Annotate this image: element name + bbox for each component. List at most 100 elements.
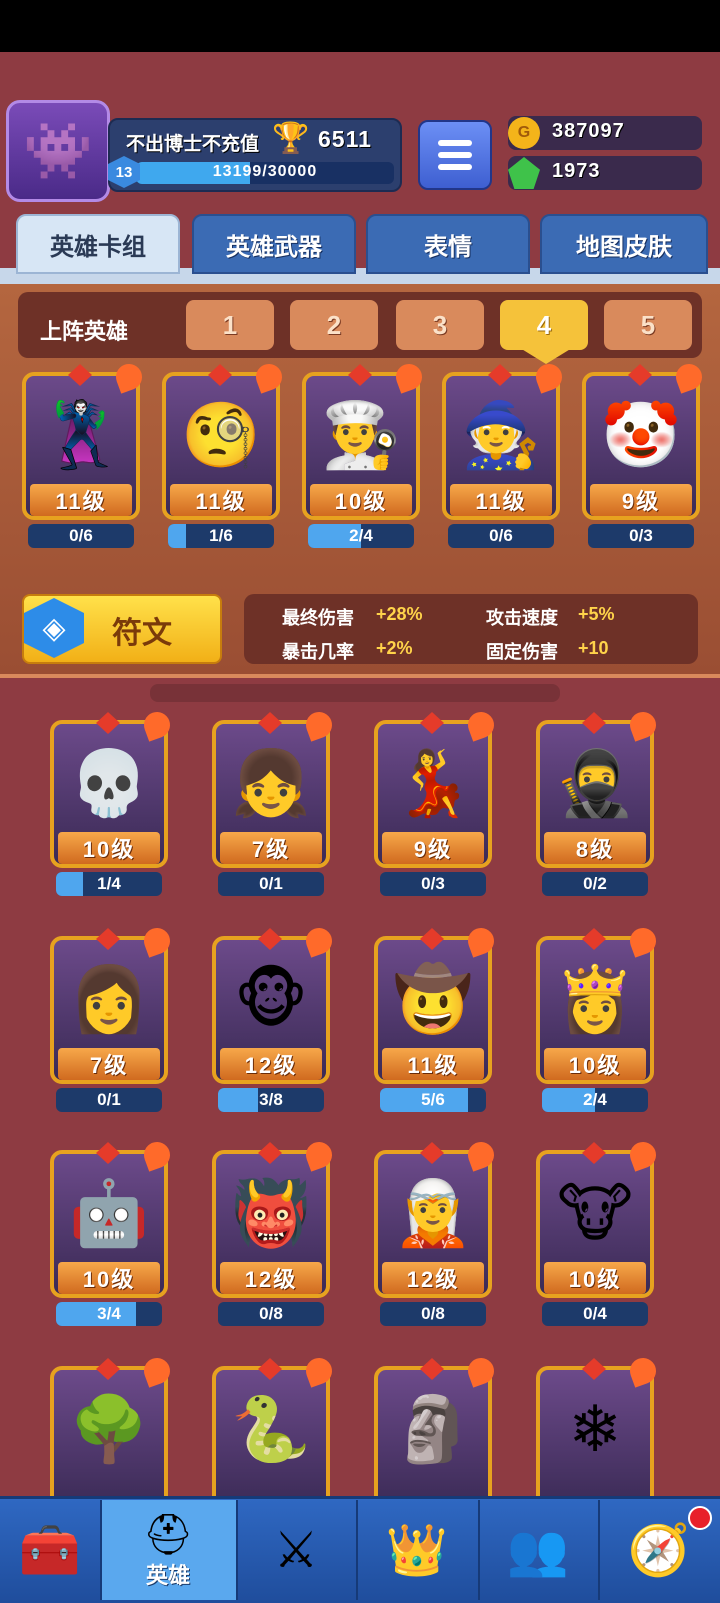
tab-hero-weapons[interactable]: 英雄武器 <box>192 214 356 274</box>
card-frame: 💃 9级 <box>374 720 492 868</box>
stat-name: 攻击速度 <box>486 608 558 628</box>
armored-knight-hero-icon: 🤖 <box>69 1176 149 1249</box>
upgrade-progress-text: 0/6 <box>489 526 513 545</box>
nav-separator <box>100 1500 102 1600</box>
upgrade-progress-text: 0/2 <box>583 874 607 893</box>
hooded-ninja-hero-icon: 🥷 <box>555 746 635 819</box>
card-frame: 👸 10级 <box>536 936 654 1084</box>
squad-label: 上阵英雄 <box>40 319 129 344</box>
stat-name: 暴击几率 <box>282 642 354 662</box>
nav-item[interactable]: 👥 <box>478 1500 598 1600</box>
yeti-hero-icon: ❄ <box>568 1392 622 1465</box>
stat-value: +10 <box>578 638 609 658</box>
upgrade-progress-text: 1/6 <box>209 526 233 545</box>
card-frame: 🐍 <box>212 1366 330 1514</box>
crown-shield-icon: 👑 <box>385 1521 449 1578</box>
monkey-king-hero-icon: 🐵 <box>234 962 308 1035</box>
card-frame: 🧙 11级 <box>442 372 560 520</box>
status-bar <box>0 0 720 52</box>
card-frame: 🐮 10级 <box>536 1150 654 1298</box>
upgrade-progress-text: 0/4 <box>583 1304 607 1323</box>
card-frame: 👩 7级 <box>50 936 168 1084</box>
nav-separator <box>598 1500 600 1600</box>
card-frame: 🧝 12级 <box>374 1150 492 1298</box>
upgrade-progress-text: 0/1 <box>259 874 283 893</box>
hero-level: 11级 <box>382 1048 484 1080</box>
stat-value: +2% <box>376 638 413 658</box>
upgrade-progress-text: 0/3 <box>421 874 445 893</box>
tab-hero-deck[interactable]: 英雄卡组 <box>16 214 180 274</box>
nav-separator <box>478 1500 480 1600</box>
nav-item[interactable]: 👑 <box>356 1500 478 1600</box>
tab-emotes[interactable]: 表情 <box>366 214 530 274</box>
tree-hero-icon: 🌳 <box>69 1392 149 1465</box>
blue-hair-girl-hero-icon: 🧝 <box>393 1176 473 1249</box>
menu-icon <box>438 140 472 146</box>
purple-hair-hero-icon: 💃 <box>393 746 473 819</box>
card-frame: 👧 7级 <box>212 720 330 868</box>
stat-value: +5% <box>578 604 615 624</box>
gold-coin-icon: G <box>508 117 540 149</box>
fan-girl-hero-icon: 👸 <box>555 962 635 1035</box>
squad-slot-5[interactable]: 5 <box>604 300 692 350</box>
card-frame: 🗿 <box>374 1366 492 1514</box>
hero-level: 7级 <box>58 1048 160 1080</box>
card-frame: 🤡 9级 <box>582 372 700 520</box>
hero-level: 10级 <box>544 1262 646 1294</box>
upgrade-progress-text: 0/6 <box>69 526 93 545</box>
card-frame: 🧐 11级 <box>162 372 280 520</box>
upgrade-progress-text: 0/8 <box>259 1304 283 1323</box>
squad-slot-1[interactable]: 1 <box>186 300 274 350</box>
panel-divider <box>0 674 720 678</box>
monster-avatar-icon: 👾 <box>23 119 93 182</box>
hero-level: 8级 <box>544 832 646 864</box>
hero-level: 11级 <box>170 484 272 516</box>
nav-item[interactable]: 🧰 <box>0 1500 100 1600</box>
tab-map-skins[interactable]: 地图皮肤 <box>540 214 708 274</box>
nav-item[interactable]: ⛑ 英雄 <box>100 1500 236 1600</box>
clown-hero-icon: 🤡 <box>601 398 681 471</box>
squad-slot-2[interactable]: 2 <box>290 300 378 350</box>
hero-level: 9级 <box>590 484 692 516</box>
trophy-icon: 🏆 <box>272 122 310 155</box>
card-frame: 🥷 8级 <box>536 720 654 868</box>
squad-slot-4[interactable]: 4 <box>500 300 588 350</box>
nav-item[interactable]: ⚔ <box>236 1500 356 1600</box>
hero-level: 9级 <box>382 832 484 864</box>
card-frame: 👨‍🍳 10级 <box>302 372 420 520</box>
upgrade-progress-text: 2/4 <box>583 1090 607 1109</box>
bull-warrior-hero-icon: 🐮 <box>557 1176 633 1249</box>
treasure-chest-icon: 🧰 <box>18 1521 82 1578</box>
knight-helmet-icon: ⛑ <box>142 1512 194 1557</box>
compass-icon: 🧭 <box>627 1521 691 1578</box>
skull-hero-icon: 💀 <box>69 746 149 819</box>
monocle-hero-icon: 🧐 <box>181 398 261 471</box>
player-avatar[interactable]: 👾 <box>6 100 110 202</box>
upgrade-progress-text: 1/4 <box>97 874 121 893</box>
crossed-swords-icon: ⚔ <box>273 1522 319 1578</box>
lava-golem-hero-icon: 👹 <box>231 1176 311 1249</box>
nav-label: 英雄 <box>145 1562 190 1588</box>
stat-name: 最终伤害 <box>282 608 354 628</box>
gunner-hero-icon: 🤠 <box>393 962 473 1035</box>
hero-level: 10级 <box>58 832 160 864</box>
nav-separator <box>236 1500 238 1600</box>
upgrade-progress-text: 0/1 <box>97 1090 121 1109</box>
hero-level: 11级 <box>450 484 552 516</box>
card-frame: 🌳 <box>50 1366 168 1514</box>
mustache-chef-hero-icon: 👨‍🍳 <box>321 398 401 471</box>
hero-level: 12级 <box>220 1048 322 1080</box>
silver-hair-girl-hero-icon: 👧 <box>231 746 311 819</box>
upgrade-progress-text: 3/4 <box>97 1304 121 1323</box>
gold-amount: 387097 <box>552 120 625 142</box>
squad-slot-3[interactable]: 3 <box>396 300 484 350</box>
card-frame: ❄ <box>536 1366 654 1514</box>
hero-level: 11级 <box>30 484 132 516</box>
hero-level: 12级 <box>220 1262 322 1294</box>
hero-level: 10级 <box>544 1048 646 1080</box>
team-icon: 👥 <box>506 1521 570 1578</box>
menu-button[interactable] <box>418 120 492 190</box>
scrolled-header-strip <box>150 684 560 702</box>
stone-giant-hero-icon: 🗿 <box>393 1392 473 1465</box>
gem-amount: 1973 <box>552 160 601 182</box>
